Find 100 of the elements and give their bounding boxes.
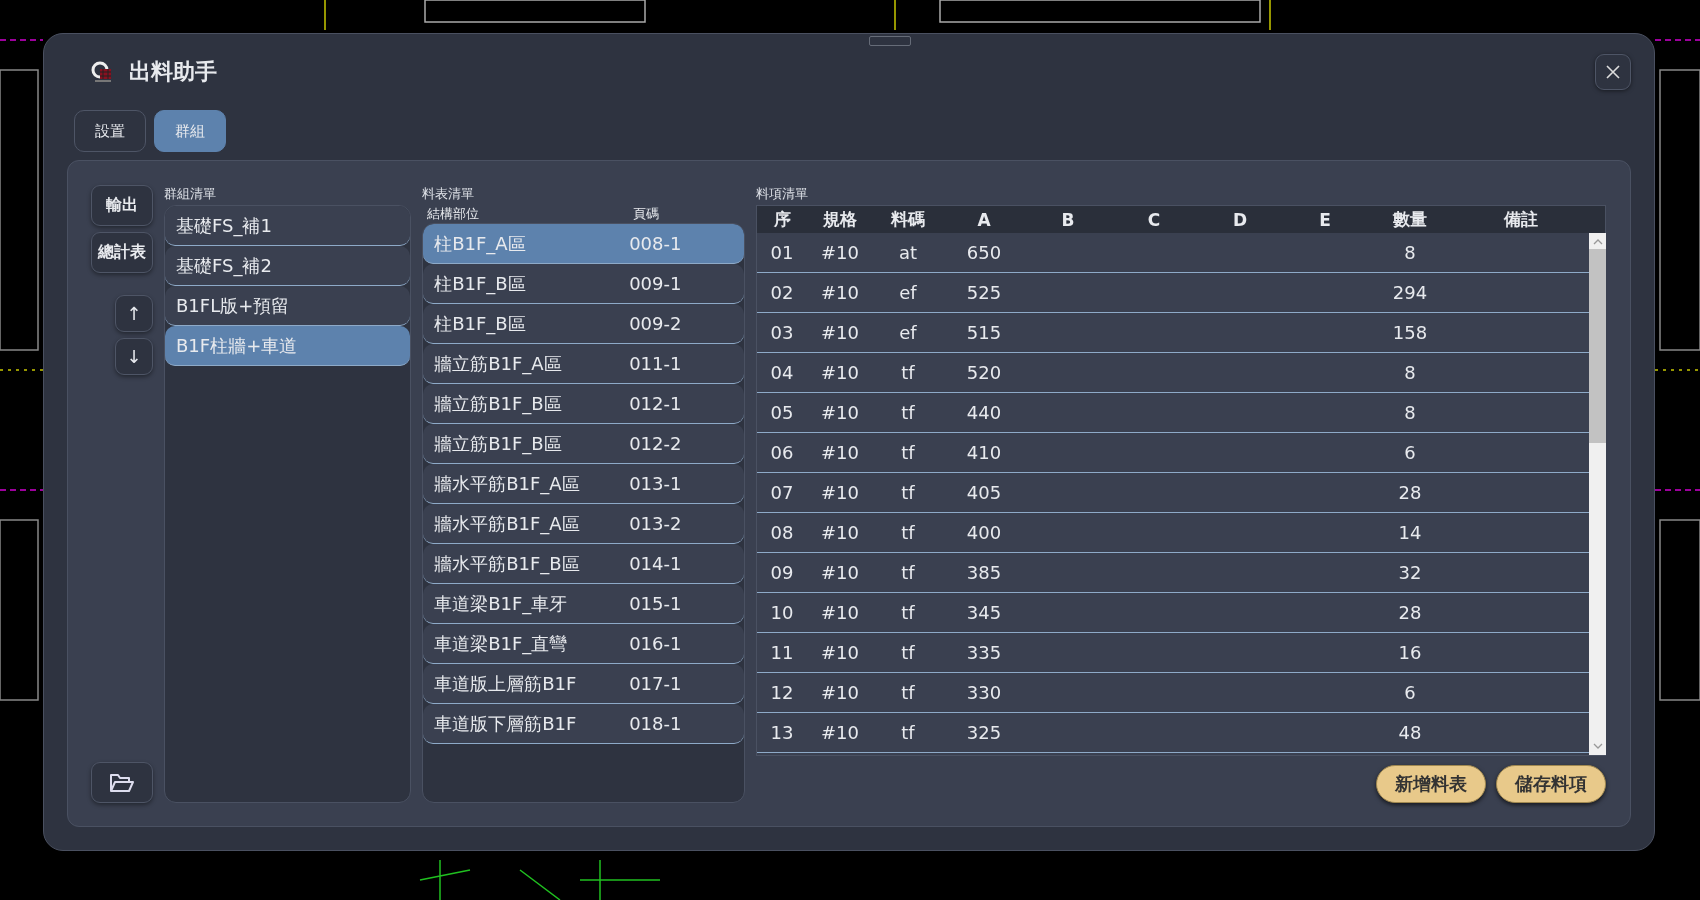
group-list-item[interactable]: 基礎FS_補2 bbox=[165, 246, 411, 286]
sheet-list-item[interactable]: 牆立筋B1F_A區 011-1 bbox=[423, 344, 744, 384]
group-list-item[interactable]: 基礎FS_補1 bbox=[165, 206, 411, 246]
table-cell-text: ef bbox=[898, 282, 918, 303]
sheet-list-item[interactable]: 車道梁B1F_直彎 016-1 bbox=[423, 624, 744, 664]
header-cell-text: E bbox=[1318, 209, 1332, 230]
sheet-list-item[interactable]: 車道版下層筋B1F 018-1 bbox=[423, 704, 744, 744]
action-button[interactable]: 輸出 bbox=[91, 185, 153, 226]
sheet-list-item[interactable]: 車道梁B1F_車牙 015-1 bbox=[423, 584, 744, 624]
part-name: 柱B1F_B區 bbox=[434, 272, 527, 297]
page-number: 014-1 bbox=[629, 552, 683, 576]
window-title: 出料助手 bbox=[129, 58, 218, 86]
move-button[interactable]: ↓ bbox=[115, 338, 153, 375]
table-cell-text: tf bbox=[900, 602, 916, 623]
table-cell-text: tf bbox=[900, 562, 916, 583]
table-cell-text: 48 bbox=[1397, 722, 1423, 743]
table-cell-text: 345 bbox=[965, 602, 1003, 623]
table-cell-text: #10 bbox=[820, 562, 860, 583]
table-cell-text: 03 bbox=[769, 322, 795, 343]
group-list-item[interactable]: B1FL版+預留 bbox=[165, 286, 411, 326]
table-cell-text: #10 bbox=[820, 362, 860, 383]
page-number: 009-2 bbox=[629, 312, 683, 336]
table-cell-text: 09 bbox=[769, 562, 795, 583]
page-number: 012-1 bbox=[629, 392, 683, 416]
sheet-list-item[interactable]: 牆立筋B1F_B區 012-1 bbox=[423, 384, 744, 424]
section-label: 料表清單 bbox=[422, 185, 476, 203]
header-cell-text: 序 bbox=[772, 208, 792, 231]
table-cell-text: 32 bbox=[1397, 562, 1423, 583]
header-cell-text: 料碼 bbox=[890, 208, 926, 231]
table-cell-text: at bbox=[897, 242, 919, 263]
action-button[interactable]: 新增料表 bbox=[1376, 765, 1486, 803]
table-cell-text: tf bbox=[900, 722, 916, 743]
table-cell-text: tf bbox=[900, 682, 916, 703]
page-number: 016-1 bbox=[629, 632, 683, 656]
table-cell-text: 28 bbox=[1397, 602, 1423, 623]
table-cell-text: 8 bbox=[1403, 402, 1417, 423]
action-button[interactable]: 總計表 bbox=[91, 232, 153, 273]
table-cell-text: #10 bbox=[820, 482, 860, 503]
table-cell-text: 06 bbox=[769, 442, 795, 463]
table-cell-text: 294 bbox=[1391, 282, 1429, 303]
table-cell-text: #10 bbox=[820, 322, 860, 343]
column-header: 結構部位 bbox=[426, 205, 481, 223]
page-number: 011-1 bbox=[629, 352, 683, 376]
table-cell-text: 650 bbox=[965, 242, 1003, 263]
part-name: 牆立筋B1F_B區 bbox=[434, 392, 563, 417]
table-cell-text: 405 bbox=[965, 482, 1003, 503]
part-name: 牆立筋B1F_B區 bbox=[434, 432, 563, 457]
sheet-list-item[interactable]: 牆水平筋B1F_A區 013-2 bbox=[423, 504, 744, 544]
part-name: 柱B1F_B區 bbox=[434, 312, 527, 337]
table-cell-text: 12 bbox=[769, 682, 795, 703]
part-name: 牆水平筋B1F_A區 bbox=[434, 512, 581, 537]
action-button[interactable]: 儲存料項 bbox=[1496, 765, 1606, 803]
table-cell-text: #10 bbox=[820, 602, 860, 623]
open-folder-button[interactable] bbox=[91, 762, 153, 803]
table-cell-text: 05 bbox=[769, 402, 795, 423]
page-number: 015-1 bbox=[629, 592, 683, 616]
header-cell-text: 備註 bbox=[1503, 208, 1539, 231]
table-cell-text: 02 bbox=[769, 282, 795, 303]
sheet-list-item[interactable]: 牆水平筋B1F_A區 013-1 bbox=[423, 464, 744, 504]
header-cell-text: C bbox=[1146, 209, 1162, 230]
page-number: 013-2 bbox=[629, 512, 683, 536]
tab[interactable]: 設置 bbox=[74, 110, 146, 152]
sheet-list-item[interactable]: 牆水平筋B1F_B區 014-1 bbox=[423, 544, 744, 584]
table-cell-text: 13 bbox=[769, 722, 795, 743]
scroll-up-icon[interactable] bbox=[1592, 239, 1603, 245]
section-label: 料項清單 bbox=[756, 185, 809, 203]
page-number: 013-1 bbox=[629, 472, 683, 496]
page-number: 017-1 bbox=[629, 672, 683, 696]
table-cell-text: 6 bbox=[1403, 442, 1417, 463]
sheet-list-item[interactable]: 柱B1F_B區 009-1 bbox=[423, 264, 744, 304]
table-cell-text: #10 bbox=[820, 242, 860, 263]
close-button[interactable] bbox=[1595, 54, 1631, 90]
move-button[interactable]: ↑ bbox=[115, 295, 153, 332]
table-cell-text: 385 bbox=[965, 562, 1003, 583]
section-label: 群組清單 bbox=[164, 185, 217, 203]
sheet-list-item[interactable]: 牆立筋B1F_B區 012-2 bbox=[423, 424, 744, 464]
part-name: 車道梁B1F_直彎 bbox=[434, 632, 569, 657]
part-name: 車道版下層筋B1F bbox=[434, 712, 578, 736]
scrollbar[interactable] bbox=[1589, 233, 1606, 755]
part-name: 牆立筋B1F_A區 bbox=[434, 352, 563, 377]
drag-handle[interactable] bbox=[869, 36, 911, 46]
sheet-list-item[interactable]: 柱B1F_B區 009-2 bbox=[423, 304, 744, 344]
table-cell-text: #10 bbox=[820, 282, 860, 303]
scrollbar-thumb[interactable] bbox=[1589, 249, 1606, 443]
table-cell-text: 07 bbox=[769, 482, 795, 503]
table-cell-text: 330 bbox=[965, 682, 1003, 703]
part-name: 車道版上層筋B1F bbox=[434, 672, 578, 696]
table-cell-text: 158 bbox=[1391, 322, 1429, 343]
part-name: 牆水平筋B1F_A區 bbox=[434, 472, 581, 497]
page-number: 009-1 bbox=[629, 272, 683, 296]
table-cell-text: #10 bbox=[820, 522, 860, 543]
part-name: 車道梁B1F_車牙 bbox=[434, 592, 569, 617]
part-name: 牆水平筋B1F_B區 bbox=[434, 552, 581, 577]
page-number: 018-1 bbox=[629, 712, 683, 736]
tab[interactable]: 群組 bbox=[154, 110, 226, 152]
sheet-list-item[interactable]: 車道版上層筋B1F 017-1 bbox=[423, 664, 744, 704]
table-cell-text: tf bbox=[900, 442, 916, 463]
scroll-down-icon[interactable] bbox=[1592, 743, 1603, 749]
header-cell-text: B bbox=[1060, 209, 1076, 230]
table-cell-text: #10 bbox=[820, 682, 860, 703]
